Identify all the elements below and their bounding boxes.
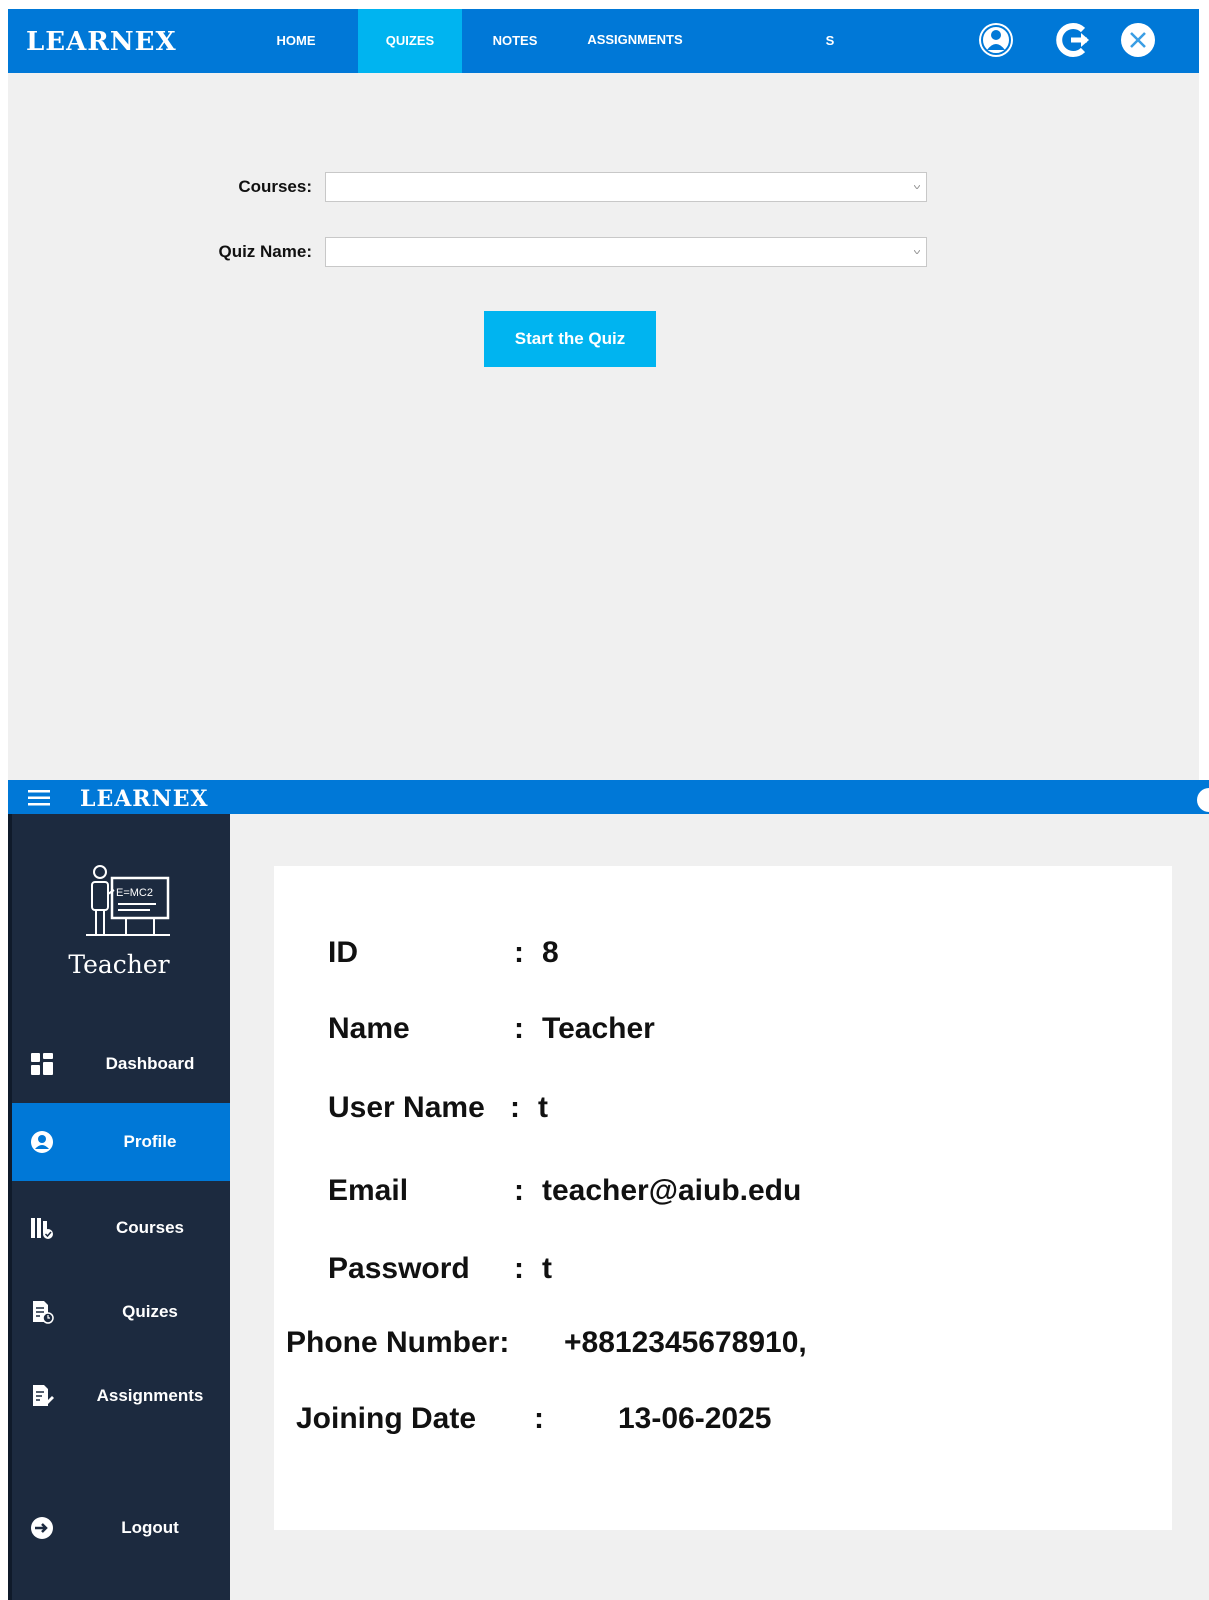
- sidebar-item-profile[interactable]: Profile: [12, 1103, 230, 1181]
- password-label: Password: [328, 1252, 470, 1285]
- quiz-name-dropdown[interactable]: [325, 237, 927, 267]
- quiz-name-label: Quiz Name:: [218, 242, 312, 261]
- id-value: 8: [542, 936, 559, 969]
- brand-logo: LEARNEX: [26, 27, 177, 57]
- teacher-top-bar: LEARNEX: [8, 780, 1209, 814]
- sidebar-item-dashboard[interactable]: Dashboard: [12, 1025, 230, 1103]
- nav-notes[interactable]: NOTES: [482, 9, 548, 73]
- quiz-icon: [33, 1301, 54, 1324]
- dashboard-icon: [31, 1053, 53, 1075]
- sidebar-item-logout[interactable]: Logout: [12, 1489, 230, 1567]
- sidebar: E=MC2 Teacher Dashboard Profile Courses …: [8, 814, 230, 1600]
- logout-arrow-icon[interactable]: [1053, 20, 1093, 60]
- hamburger-menu-icon[interactable]: [28, 790, 50, 806]
- profile-circle-icon[interactable]: [1197, 788, 1209, 812]
- phone-label: Phone Number:: [286, 1326, 510, 1359]
- username-label: User Name: [328, 1091, 485, 1124]
- courses-icon: [31, 1218, 53, 1239]
- sidebar-item-label: Assignments: [96, 1386, 204, 1405]
- brand-logo: LEARNEX: [80, 786, 209, 812]
- password-value: t: [542, 1252, 552, 1285]
- quiz-window: LEARNEX HOME QUIZES NOTES ASSIGNMENTS S …: [8, 9, 1199, 797]
- sidebar-item-assignments[interactable]: Assignments: [12, 1357, 230, 1435]
- joining-date-label: Joining Date: [296, 1402, 477, 1435]
- name-colon: :: [514, 1012, 524, 1045]
- top-nav-bar: LEARNEX HOME QUIZES NOTES ASSIGNMENTS S: [8, 9, 1199, 73]
- password-colon: :: [514, 1252, 524, 1285]
- role-label: Teacher: [68, 950, 170, 979]
- email-colon: :: [514, 1174, 524, 1207]
- profile-icon: [31, 1131, 53, 1153]
- sidebar-item-label: Courses: [115, 1218, 185, 1237]
- sidebar-item-quizes[interactable]: Quizes: [12, 1273, 230, 1351]
- email-label: Email: [328, 1174, 409, 1207]
- id-colon: :: [514, 936, 524, 969]
- chevron-down-icon: [914, 250, 920, 254]
- courses-dropdown[interactable]: [325, 172, 927, 202]
- sidebar-item-label: Logout: [121, 1518, 179, 1537]
- joining-date-colon: :: [534, 1402, 544, 1435]
- joining-date-value: 13-06-2025: [618, 1402, 772, 1435]
- email-value: teacher@aiub.edu: [542, 1174, 802, 1207]
- teacher-profile-window: LEARNEX E=MC2 Teacher Dashboard Profile …: [8, 780, 1209, 1600]
- username-value: t: [538, 1091, 548, 1124]
- profile-card: ID : 8 Name : Teacher User Name : t Emai…: [274, 866, 1172, 1530]
- close-circle-icon[interactable]: [1118, 20, 1158, 60]
- svg-text:E=MC2: E=MC2: [116, 887, 153, 899]
- username-colon: :: [510, 1091, 520, 1124]
- nav-assignments[interactable]: ASSIGNMENTS: [570, 9, 700, 73]
- nav-quizes[interactable]: QUIZES: [358, 9, 462, 73]
- assignment-icon: [33, 1385, 54, 1406]
- name-label: Name: [328, 1012, 410, 1045]
- sidebar-item-label: Dashboard: [105, 1054, 195, 1073]
- nav-home[interactable]: HOME: [260, 9, 332, 73]
- sidebar-item-label: Profile: [123, 1132, 177, 1151]
- logout-icon: [31, 1517, 53, 1539]
- id-label: ID: [328, 936, 358, 969]
- name-value: Teacher: [542, 1012, 655, 1045]
- courses-label: Courses:: [238, 177, 312, 196]
- sidebar-item-courses[interactable]: Courses: [12, 1189, 230, 1267]
- start-quiz-button[interactable]: Start the Quiz: [484, 311, 656, 367]
- chevron-down-icon: [914, 185, 920, 189]
- sidebar-item-label: Quizes: [122, 1302, 178, 1321]
- nav-user-initial: S: [825, 33, 835, 48]
- teacher-icon: E=MC2: [86, 865, 170, 936]
- phone-value: +8812345678910,: [564, 1326, 807, 1359]
- user-circle-icon[interactable]: [976, 20, 1016, 60]
